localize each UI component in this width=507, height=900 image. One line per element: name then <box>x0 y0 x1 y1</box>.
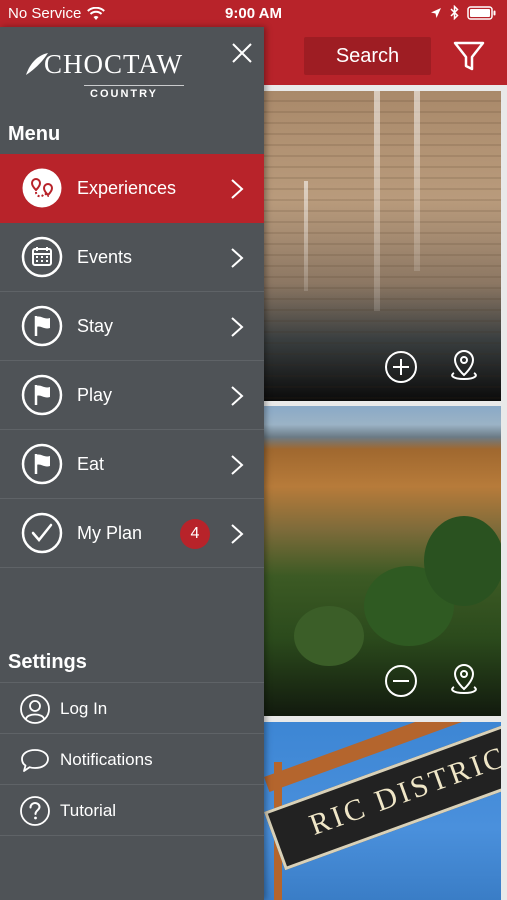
location-arrow-icon <box>431 7 441 18</box>
user-icon <box>20 694 50 724</box>
settings-label: Notifications <box>60 750 153 769</box>
menu-label: Experiences <box>77 178 177 198</box>
settings-item-notifications[interactable]: Notifications <box>0 734 264 785</box>
menu-item-my-plan[interactable]: My Plan 4 <box>0 499 264 568</box>
menu-label: Stay <box>77 316 114 336</box>
logo-subtitle: COUNTRY <box>90 88 158 100</box>
chevron-right-icon <box>231 386 244 406</box>
flag-icon <box>21 374 63 416</box>
waterfall-stream <box>304 181 308 291</box>
experience-card-waterfall[interactable] <box>264 91 501 401</box>
settings-item-tutorial[interactable]: Tutorial <box>0 785 264 836</box>
menu-heading: Menu <box>8 123 61 145</box>
menu-item-experiences[interactable]: Experiences <box>0 154 264 223</box>
chevron-right-icon <box>231 524 244 544</box>
flag-icon <box>21 443 63 485</box>
chevron-right-icon <box>231 248 244 268</box>
settings-heading: Settings <box>8 651 87 673</box>
menu-label: Events <box>77 247 133 267</box>
flag-icon <box>21 305 63 347</box>
remove-icon[interactable] <box>384 664 418 698</box>
menu-item-events[interactable]: Events <box>0 223 264 292</box>
menu-label: My Plan <box>77 523 143 543</box>
chevron-right-icon <box>231 317 244 337</box>
calendar-icon <box>21 236 63 278</box>
add-icon[interactable] <box>384 350 418 384</box>
settings-label: Log In <box>60 699 108 718</box>
settings-item-log-in[interactable]: Log In <box>0 683 264 734</box>
menu-list: Experiences Events Stay Play Eat My Plan… <box>0 154 264 568</box>
map-route-icon <box>22 168 62 208</box>
navigation-drawer: CHOCTAW COUNTRY Menu Experiences Events … <box>0 27 264 900</box>
menu-label: Play <box>77 385 113 405</box>
status-bar: No Service 9:00 AM <box>0 0 507 27</box>
status-right <box>430 5 497 20</box>
waterfall-stream <box>414 91 420 271</box>
close-icon[interactable] <box>230 41 254 65</box>
search-button[interactable]: Search <box>304 37 431 75</box>
experience-card-mountains[interactable] <box>264 406 501 716</box>
settings-label: Tutorial <box>60 801 117 820</box>
battery-icon <box>467 5 496 20</box>
menu-label: Eat <box>77 454 105 474</box>
filter-icon[interactable] <box>452 39 486 73</box>
bluetooth-icon <box>450 5 459 20</box>
settings-list: Log In Notifications Tutorial <box>0 682 264 836</box>
experience-card-historic-district[interactable]: RIC DISTRICT <box>264 722 501 900</box>
checkmark-icon <box>21 512 63 554</box>
question-icon <box>20 796 50 826</box>
plan-count-badge: 4 <box>180 519 210 549</box>
chevron-right-icon <box>231 455 244 475</box>
menu-item-play[interactable]: Play <box>0 361 264 430</box>
map-pin-icon[interactable] <box>447 348 481 382</box>
tree-cluster <box>424 516 501 606</box>
app-header: Search <box>264 27 507 85</box>
chevron-right-icon <box>231 179 244 199</box>
menu-item-stay[interactable]: Stay <box>0 292 264 361</box>
logo-divider <box>84 85 184 86</box>
waterfall-stream <box>374 91 380 311</box>
tree-cluster <box>294 606 364 666</box>
map-pin-icon[interactable] <box>447 662 481 696</box>
menu-item-eat[interactable]: Eat <box>0 430 264 499</box>
logo-wordmark: CHOCTAW <box>44 49 184 79</box>
speech-bubble-icon <box>21 749 49 772</box>
choctaw-country-logo: CHOCTAW COUNTRY <box>24 49 204 100</box>
